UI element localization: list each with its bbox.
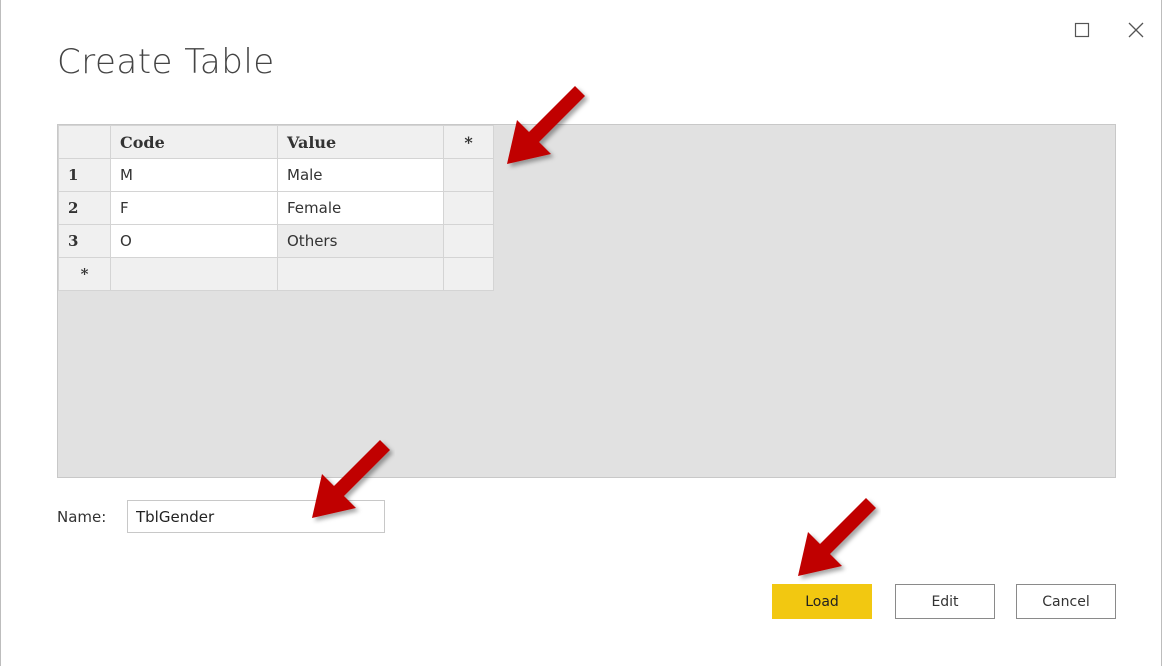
empty-cell[interactable]: [443, 158, 494, 192]
column-header-code[interactable]: Code: [110, 125, 278, 159]
new-row-cell[interactable]: [110, 257, 278, 291]
cell-value[interactable]: Male: [277, 158, 444, 192]
cell-value[interactable]: Others: [277, 224, 444, 258]
table-row: 2 F Female: [58, 191, 494, 225]
data-grid: Code Value * 1 M Male 2 F Female 3 O Oth…: [58, 125, 494, 291]
cell-value[interactable]: Female: [277, 191, 444, 225]
new-row: *: [58, 257, 494, 291]
table-name-input[interactable]: [127, 500, 385, 533]
cancel-button[interactable]: Cancel: [1016, 584, 1116, 619]
table-row: 1 M Male: [58, 158, 494, 192]
new-row-cell[interactable]: [443, 257, 494, 291]
corner-cell: [58, 125, 111, 159]
cell-code[interactable]: O: [110, 224, 278, 258]
new-row-cell[interactable]: [277, 257, 444, 291]
name-label: Name:: [57, 508, 107, 526]
new-row-marker[interactable]: *: [58, 257, 111, 291]
row-number[interactable]: 1: [58, 158, 111, 192]
empty-cell[interactable]: [443, 224, 494, 258]
row-number[interactable]: 2: [58, 191, 111, 225]
cell-code[interactable]: F: [110, 191, 278, 225]
header-row: Code Value *: [58, 125, 494, 159]
table-editor: Code Value * 1 M Male 2 F Female 3 O Oth…: [57, 124, 1116, 478]
dialog-title: Create Table: [57, 42, 275, 82]
add-column-header[interactable]: *: [443, 125, 494, 159]
table-row: 3 O Others: [58, 224, 494, 258]
load-button[interactable]: Load: [772, 584, 872, 619]
cell-code[interactable]: M: [110, 158, 278, 192]
empty-cell[interactable]: [443, 191, 494, 225]
row-number[interactable]: 3: [58, 224, 111, 258]
close-button[interactable]: [1124, 18, 1148, 42]
maximize-button[interactable]: [1070, 18, 1094, 42]
edit-button[interactable]: Edit: [895, 584, 995, 619]
maximize-icon: [1074, 22, 1090, 38]
close-icon: [1128, 22, 1144, 38]
column-header-value[interactable]: Value: [277, 125, 444, 159]
